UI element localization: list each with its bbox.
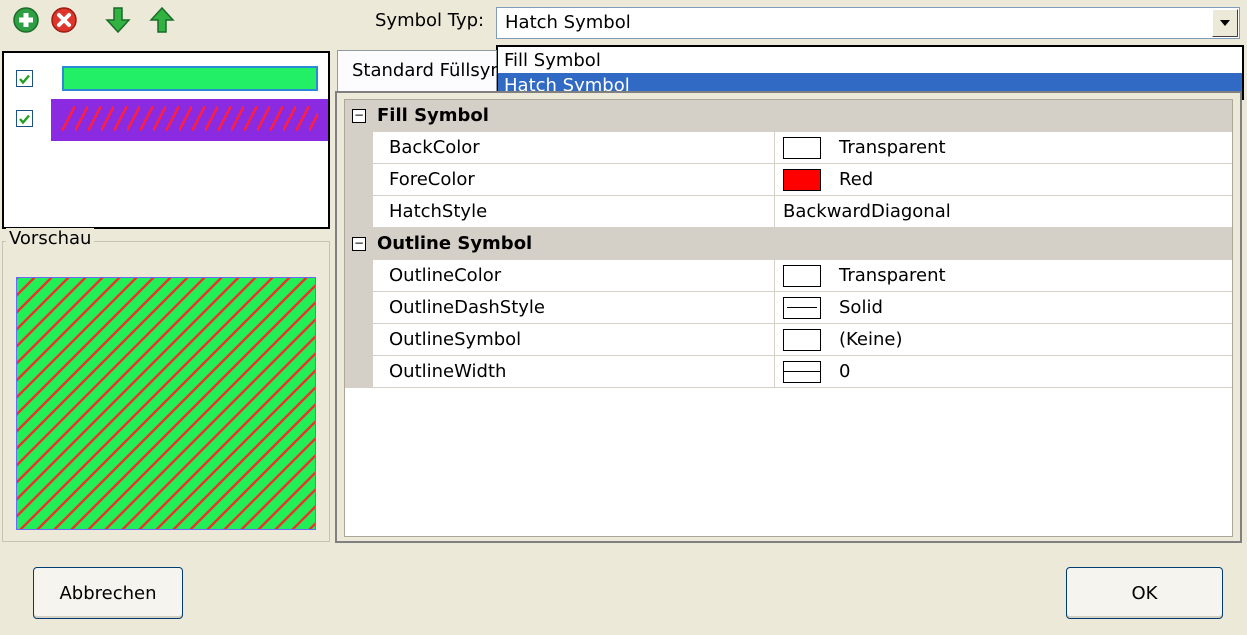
check-icon xyxy=(19,114,30,125)
tab-standard-fuellsymbol[interactable]: Standard Füllsymbol xyxy=(337,50,497,92)
chevron-down-icon xyxy=(1220,20,1230,26)
property-value-cell[interactable]: BackwardDiagonal xyxy=(775,196,1232,228)
property-value: Transparent xyxy=(839,265,946,286)
property-value: Transparent xyxy=(839,137,946,158)
move-up-icon[interactable] xyxy=(148,6,176,34)
property-value: BackwardDiagonal xyxy=(783,201,951,222)
remove-icon[interactable] xyxy=(50,6,78,34)
property-name: BackColor xyxy=(373,132,775,164)
property-value: Red xyxy=(839,169,874,190)
layer-checkbox[interactable] xyxy=(16,70,33,87)
property-row-forecolor[interactable]: ForeColor Red xyxy=(345,164,1232,196)
color-swatch xyxy=(783,137,821,159)
property-name: OutlineWidth xyxy=(373,356,775,388)
property-value-cell[interactable]: Red xyxy=(775,164,1232,196)
property-grid-body: − Fill Symbol BackColor Transparent Fore… xyxy=(344,99,1233,537)
category-fill-symbol[interactable]: − Fill Symbol xyxy=(345,100,1232,132)
category-label: Outline Symbol xyxy=(377,233,533,254)
property-row-outlinedashstyle[interactable]: OutlineDashStyle Solid xyxy=(345,292,1232,324)
property-row-outlinecolor[interactable]: OutlineColor Transparent xyxy=(345,260,1232,292)
add-icon[interactable] xyxy=(12,6,40,34)
color-swatch xyxy=(783,169,821,191)
property-value-cell[interactable]: Solid xyxy=(775,292,1232,324)
ok-button[interactable]: OK xyxy=(1066,567,1223,619)
collapse-icon[interactable]: − xyxy=(352,109,366,123)
layer-row[interactable] xyxy=(4,99,328,141)
check-icon xyxy=(19,74,30,85)
property-name: HatchStyle xyxy=(373,196,775,228)
symbol-type-value: Hatch Symbol xyxy=(505,12,631,33)
preview-title: Vorschau xyxy=(6,228,95,249)
hatch-preview xyxy=(17,278,315,529)
property-name: OutlineDashStyle xyxy=(373,292,775,324)
category-outline-symbol[interactable]: − Outline Symbol xyxy=(345,228,1232,260)
property-row-hatchstyle[interactable]: HatchStyle BackwardDiagonal xyxy=(345,196,1232,228)
property-value-cell[interactable]: Transparent xyxy=(775,260,1232,292)
property-value-cell[interactable]: Transparent xyxy=(775,132,1232,164)
property-grid: − Fill Symbol BackColor Transparent Fore… xyxy=(335,91,1242,543)
property-value-cell[interactable]: 0 xyxy=(775,356,1232,388)
layer-checkbox[interactable] xyxy=(16,110,33,127)
property-row-outlinesymbol[interactable]: OutlineSymbol (Keine) xyxy=(345,324,1232,356)
preview-canvas xyxy=(16,277,316,530)
symbol-type-label: Symbol Typ: xyxy=(375,10,485,31)
property-value: Solid xyxy=(839,297,883,318)
move-down-icon[interactable] xyxy=(104,6,132,34)
dash-style-icon xyxy=(783,297,821,319)
property-name: OutlineColor xyxy=(373,260,775,292)
collapse-icon[interactable]: − xyxy=(352,237,366,251)
dropdown-option-fill-symbol[interactable]: Fill Symbol xyxy=(498,48,1242,73)
hatch-pattern-icon xyxy=(62,106,318,131)
layer-swatch[interactable] xyxy=(51,59,328,101)
color-swatch xyxy=(783,265,821,287)
property-name: OutlineSymbol xyxy=(373,324,775,356)
symbol-type-combo[interactable]: Hatch Symbol xyxy=(496,7,1240,39)
layer-list[interactable] xyxy=(2,51,330,229)
property-row-backcolor[interactable]: BackColor Transparent xyxy=(345,132,1232,164)
tab-label: Standard Füllsymbol xyxy=(352,60,497,81)
property-row-outlinewidth[interactable]: OutlineWidth 0 xyxy=(345,356,1232,388)
dropdown-button[interactable] xyxy=(1212,9,1238,37)
layer-row[interactable] xyxy=(4,59,328,101)
property-name: ForeColor xyxy=(373,164,775,196)
line-width-icon xyxy=(783,361,821,383)
property-value-cell[interactable]: (Keine) xyxy=(775,324,1232,356)
symbol-swatch xyxy=(783,329,821,351)
property-value: 0 xyxy=(839,361,851,382)
category-label: Fill Symbol xyxy=(377,105,489,126)
property-value: (Keine) xyxy=(839,329,903,350)
layer-swatch[interactable] xyxy=(51,99,328,141)
cancel-button[interactable]: Abbrechen xyxy=(33,567,183,619)
